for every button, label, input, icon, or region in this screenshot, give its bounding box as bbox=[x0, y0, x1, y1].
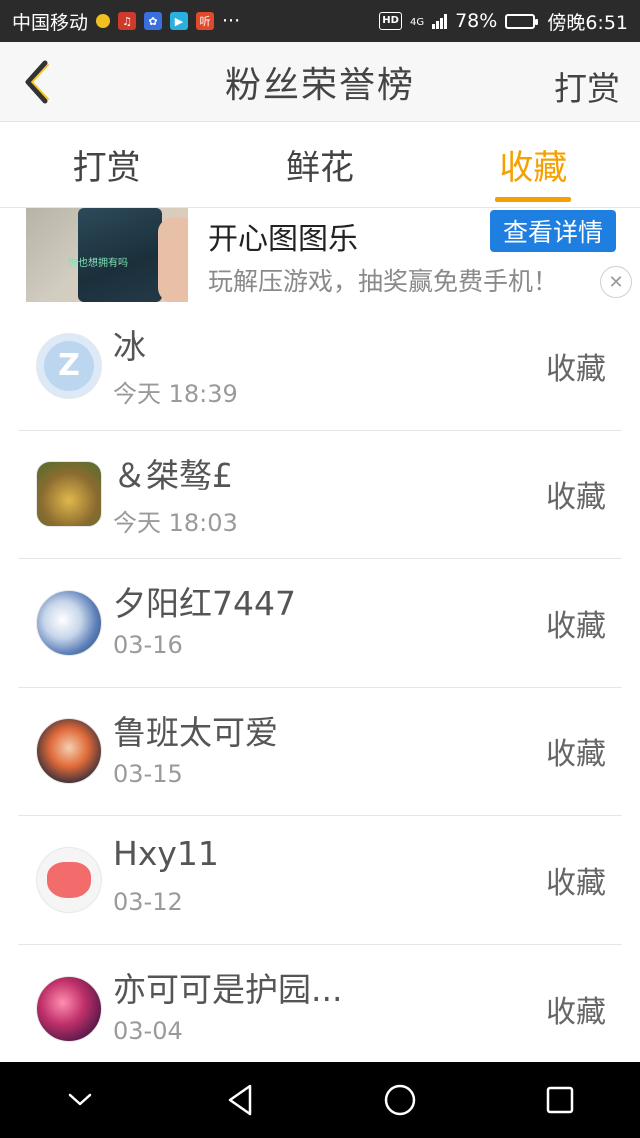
chevron-left-icon bbox=[25, 60, 49, 104]
action-label: 收藏 bbox=[546, 865, 606, 901]
avatar[interactable] bbox=[36, 846, 102, 913]
user-name: Hxy11 bbox=[113, 834, 219, 873]
list-item[interactable]: 夕阳红7447 03-16 收藏 bbox=[18, 559, 622, 688]
user-name: 鲁班太可爱 bbox=[113, 712, 278, 752]
ad-banner[interactable]: 你也想拥有吗 开心图图乐 查看详情 玩解压游戏，抽奖赢免费手机！ ✕ bbox=[26, 208, 632, 302]
recents-nav-button[interactable] bbox=[520, 1062, 600, 1138]
tab-label: 鲜花 bbox=[285, 148, 354, 188]
tab-bar: 打赏 鲜花 收藏 bbox=[0, 122, 640, 208]
fan-list: Z 冰 今天 18:39 收藏 ＆桀骜£ 今天 18:03 收藏 夕阳红7447… bbox=[0, 302, 640, 1073]
user-name: ＆桀骜£ bbox=[113, 455, 233, 495]
ad-image[interactable]: 你也想拥有吗 bbox=[26, 208, 188, 302]
list-item[interactable]: 亦可可是护园... 03-04 收藏 bbox=[18, 945, 622, 1074]
avatar[interactable] bbox=[36, 718, 102, 785]
header: 粉丝荣誉榜 打赏 bbox=[0, 42, 640, 122]
timestamp: 03-12 bbox=[113, 888, 183, 916]
circle-home-icon bbox=[384, 1084, 416, 1116]
list-item[interactable]: Z 冰 今天 18:39 收藏 bbox=[18, 302, 622, 431]
timestamp: 03-15 bbox=[113, 759, 183, 788]
tab-flowers[interactable]: 鲜花 bbox=[213, 122, 426, 207]
action-label: 收藏 bbox=[546, 351, 606, 387]
back-nav-button[interactable] bbox=[200, 1062, 280, 1138]
tab-reward[interactable]: 打赏 bbox=[0, 122, 213, 207]
avatar[interactable] bbox=[36, 589, 102, 656]
active-tab-indicator bbox=[495, 197, 572, 202]
timestamp: 03-04 bbox=[113, 1016, 183, 1045]
back-button[interactable] bbox=[14, 58, 58, 106]
battery-icon bbox=[505, 13, 539, 29]
music-notification-icon: ♫ bbox=[118, 12, 137, 30]
action-label: 收藏 bbox=[546, 994, 606, 1030]
status-right: HD 4G 78% 傍晚6:51 bbox=[379, 8, 628, 35]
tab-label: 打赏 bbox=[72, 148, 141, 188]
status-bar: 中国移动 ♫ ✿ ▶ 听 ··· HD 4G 78% 傍晚6:51 bbox=[0, 0, 640, 42]
timestamp: 03-16 bbox=[113, 631, 183, 659]
pig-avatar-icon bbox=[47, 861, 91, 898]
signal-icon bbox=[432, 13, 448, 29]
hide-nav-button[interactable] bbox=[40, 1062, 120, 1138]
triangle-back-icon bbox=[228, 1084, 252, 1116]
hd-badge: HD bbox=[379, 12, 402, 30]
list-item[interactable]: 鲁班太可爱 03-15 收藏 bbox=[18, 688, 622, 816]
avatar[interactable] bbox=[36, 461, 102, 528]
user-name: 夕阳红7447 bbox=[113, 584, 296, 623]
video-notification-icon: ▶ bbox=[170, 12, 189, 30]
chevron-down-icon bbox=[68, 1093, 92, 1106]
list-item[interactable]: ＆桀骜£ 今天 18:03 收藏 bbox=[18, 431, 622, 559]
clock: 傍晚6:51 bbox=[547, 11, 628, 34]
timestamp: 今天 18:39 bbox=[113, 380, 238, 408]
ad-title: 开心图图乐 bbox=[208, 222, 358, 257]
page-title: 粉丝荣誉榜 bbox=[224, 64, 415, 106]
ad-description: 玩解压游戏，抽奖赢免费手机！ bbox=[208, 267, 559, 296]
home-nav-button[interactable] bbox=[360, 1062, 440, 1138]
avatar[interactable] bbox=[36, 975, 102, 1042]
action-label: 收藏 bbox=[546, 737, 606, 773]
listen-notification-icon: 听 bbox=[196, 12, 215, 30]
view-details-button[interactable]: 查看详情 bbox=[490, 210, 616, 252]
hand-image bbox=[158, 218, 188, 302]
close-icon[interactable]: ✕ bbox=[600, 266, 632, 298]
network-type: 4G bbox=[409, 16, 425, 28]
tab-favorites[interactable]: 收藏 bbox=[427, 122, 640, 207]
user-name: 冰 bbox=[113, 327, 146, 366]
user-name: 亦可可是护园... bbox=[113, 969, 343, 1009]
bulb-notification-icon bbox=[96, 14, 111, 28]
baidu-notification-icon: ✿ bbox=[144, 12, 163, 30]
status-left: 中国移动 ♫ ✿ ▶ 听 ··· bbox=[12, 8, 240, 35]
list-item[interactable]: Hxy11 03-12 收藏 bbox=[18, 816, 622, 945]
action-label: 收藏 bbox=[546, 480, 606, 516]
avatar[interactable]: Z bbox=[36, 332, 102, 399]
action-label: 收藏 bbox=[546, 608, 606, 644]
qq-default-avatar-icon: Z bbox=[44, 340, 94, 391]
square-recents-icon bbox=[546, 1086, 574, 1114]
tab-label: 收藏 bbox=[499, 148, 568, 188]
more-notifications-icon: ··· bbox=[222, 10, 241, 32]
ad-thumb-caption: 你也想拥有吗 bbox=[68, 258, 128, 269]
reward-button[interactable]: 打赏 bbox=[554, 62, 620, 110]
timestamp: 今天 18:03 bbox=[113, 508, 238, 537]
navigation-bar bbox=[0, 1062, 640, 1138]
battery-percent: 78% bbox=[455, 10, 498, 32]
carrier-label: 中国移动 bbox=[12, 11, 89, 34]
